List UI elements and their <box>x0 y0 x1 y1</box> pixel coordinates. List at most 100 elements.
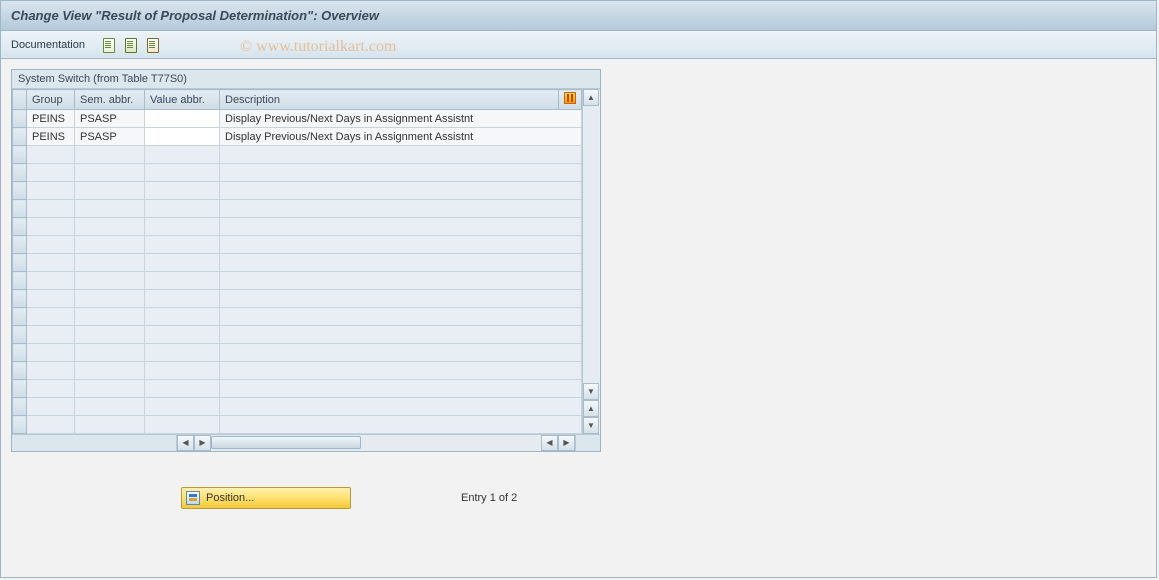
scroll-down-button[interactable]: ▼ <box>583 383 599 400</box>
vertical-scrollbar[interactable]: ▲ ▼ ▲ ▼ <box>582 89 599 434</box>
row-selector[interactable] <box>13 326 27 344</box>
table-frame: System Switch (from Table T77S0) Group S… <box>11 69 601 452</box>
table-row-empty <box>13 254 582 272</box>
vscroll-track[interactable] <box>583 106 599 383</box>
cell-sem[interactable]: PSASP <box>75 128 145 146</box>
cell-val[interactable] <box>145 128 220 146</box>
scroll-left-end-button[interactable]: ◀ <box>541 435 558 451</box>
position-icon <box>186 491 200 505</box>
row-selector[interactable] <box>13 380 27 398</box>
row-selector[interactable] <box>13 254 27 272</box>
cell-group <box>27 146 75 164</box>
cell-desc <box>220 182 582 200</box>
table-row-empty <box>13 182 582 200</box>
data-table: Group Sem. abbr. Value abbr. Description… <box>12 89 582 434</box>
row-selector[interactable] <box>13 416 27 434</box>
table-row-empty <box>13 146 582 164</box>
horizontal-scrollbar[interactable]: ◀ ▶ ◀ ▶ <box>12 434 600 451</box>
row-selector[interactable] <box>13 344 27 362</box>
table-config-button[interactable] <box>559 90 582 110</box>
cell-desc <box>220 416 582 434</box>
arrow-up-icon: ▲ <box>587 405 595 413</box>
hscroll-track[interactable] <box>211 435 541 451</box>
table-row[interactable]: PEINSPSASP Display Previous/Next Days in … <box>13 128 582 146</box>
row-selector[interactable] <box>13 110 27 128</box>
cell-desc[interactable]: Display Previous/Next Days in Assignment… <box>220 110 582 128</box>
scroll-right-end-button[interactable]: ▶ <box>558 435 575 451</box>
cell-sem <box>75 416 145 434</box>
col-header-group[interactable]: Group <box>27 90 75 110</box>
cell-desc <box>220 380 582 398</box>
cell-desc <box>220 290 582 308</box>
arrow-down-icon: ▼ <box>587 422 595 430</box>
cell-desc <box>220 254 582 272</box>
col-header-val[interactable]: Value abbr. <box>145 90 220 110</box>
cell-val <box>145 164 220 182</box>
row-selector[interactable] <box>13 182 27 200</box>
scroll-left-button[interactable]: ◀ <box>177 435 194 451</box>
cell-val <box>145 254 220 272</box>
row-selector[interactable] <box>13 290 27 308</box>
arrow-down-icon: ▼ <box>587 388 595 396</box>
title-bar: Change View "Result of Proposal Determin… <box>1 1 1156 31</box>
documentation-button[interactable]: Documentation <box>11 39 85 51</box>
toolbar-doc-icon-2[interactable] <box>123 37 139 53</box>
cell-group <box>27 200 75 218</box>
cell-group <box>27 236 75 254</box>
row-selector[interactable] <box>13 272 27 290</box>
cell-desc[interactable]: Display Previous/Next Days in Assignment… <box>220 128 582 146</box>
cell-group <box>27 344 75 362</box>
col-header-desc[interactable]: Description <box>220 90 559 110</box>
row-selector[interactable] <box>13 218 27 236</box>
cell-val[interactable] <box>145 110 220 128</box>
arrow-left-icon: ◀ <box>182 439 188 447</box>
row-selector[interactable] <box>13 146 27 164</box>
toolbar: Documentation <box>1 31 1156 59</box>
cell-desc <box>220 326 582 344</box>
toolbar-doc-icon-1[interactable] <box>101 37 117 53</box>
table-row-empty <box>13 344 582 362</box>
cell-sem[interactable]: PSASP <box>75 110 145 128</box>
cell-sem <box>75 398 145 416</box>
entry-count-text: Entry 1 of 2 <box>461 492 517 504</box>
position-button[interactable]: Position... <box>181 487 351 509</box>
cell-group <box>27 416 75 434</box>
cell-sem <box>75 182 145 200</box>
cell-group[interactable]: PEINS <box>27 128 75 146</box>
row-selector[interactable] <box>13 398 27 416</box>
toolbar-doc-icon-3[interactable] <box>145 37 161 53</box>
content-area: System Switch (from Table T77S0) Group S… <box>1 59 1156 519</box>
cell-group[interactable]: PEINS <box>27 110 75 128</box>
scroll-page-down-button[interactable]: ▼ <box>583 417 599 434</box>
cell-group <box>27 380 75 398</box>
cell-group <box>27 308 75 326</box>
table-row-empty <box>13 308 582 326</box>
scroll-page-up-button[interactable]: ▲ <box>583 400 599 417</box>
table-row-empty <box>13 362 582 380</box>
hscroll-thumb[interactable] <box>211 436 361 449</box>
row-selector[interactable] <box>13 164 27 182</box>
table-row[interactable]: PEINSPSASP Display Previous/Next Days in … <box>13 110 582 128</box>
row-selector[interactable] <box>13 128 27 146</box>
cell-sem <box>75 200 145 218</box>
scroll-up-button[interactable]: ▲ <box>583 89 599 106</box>
cell-group <box>27 398 75 416</box>
cell-group <box>27 164 75 182</box>
row-selector[interactable] <box>13 308 27 326</box>
row-selector[interactable] <box>13 200 27 218</box>
col-header-sem[interactable]: Sem. abbr. <box>75 90 145 110</box>
table-row-empty <box>13 398 582 416</box>
row-selector[interactable] <box>13 236 27 254</box>
cell-sem <box>75 164 145 182</box>
select-all-header[interactable] <box>13 90 27 110</box>
scroll-right-button[interactable]: ▶ <box>194 435 211 451</box>
cell-desc <box>220 362 582 380</box>
cell-sem <box>75 218 145 236</box>
app-window: Change View "Result of Proposal Determin… <box>0 0 1157 578</box>
row-selector[interactable] <box>13 362 27 380</box>
cell-sem <box>75 272 145 290</box>
table-row-empty <box>13 326 582 344</box>
table-caption: System Switch (from Table T77S0) <box>12 70 600 89</box>
cell-sem <box>75 326 145 344</box>
cell-val <box>145 200 220 218</box>
